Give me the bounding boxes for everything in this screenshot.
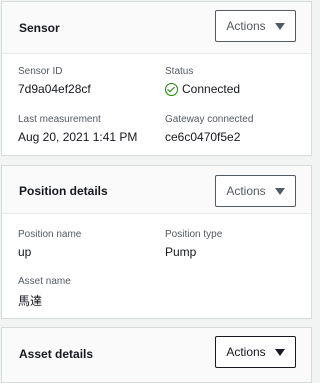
status-value: Connected xyxy=(182,82,241,96)
position-type-value: Pump xyxy=(165,245,197,259)
position-actions-button[interactable]: Actions xyxy=(215,175,296,207)
sensor-id-value: 7d9a04ef28cf xyxy=(18,82,91,96)
status-label: Status xyxy=(165,66,194,77)
last-measurement-label: Last measurement xyxy=(18,114,101,125)
gateway-value: ce6c0470f5e2 xyxy=(165,130,241,144)
check-circle-icon xyxy=(165,82,178,96)
gateway-label: Gateway connected xyxy=(165,114,254,125)
last-measurement-value: Aug 20, 2021 1:41 PM xyxy=(18,130,138,144)
caret-down-icon xyxy=(274,187,285,195)
asset-name-label: Asset name xyxy=(18,276,71,287)
position-type-label: Position type xyxy=(165,229,223,240)
caret-down-icon xyxy=(274,348,285,356)
sensor-id-label: Sensor ID xyxy=(18,66,63,77)
position-name-label: Position name xyxy=(18,229,82,240)
position-panel-title: Position details xyxy=(19,184,108,198)
status-indicator: Connected xyxy=(165,82,240,96)
asset-actions-label: Actions xyxy=(226,345,266,359)
sensor-actions-button[interactable]: Actions xyxy=(215,10,296,42)
position-name-value: up xyxy=(18,245,32,259)
sensor-actions-label: Actions xyxy=(226,19,266,33)
caret-down-icon xyxy=(274,22,285,30)
asset-panel-header: Asset details Actions xyxy=(2,328,311,382)
sensor-panel-header: Sensor Actions xyxy=(2,2,311,54)
asset-panel-title: Asset details xyxy=(19,347,94,361)
asset-name-value: 馬達 xyxy=(18,294,43,308)
sensor-panel-title: Sensor xyxy=(19,21,60,35)
asset-actions-button[interactable]: Actions xyxy=(215,336,296,368)
position-actions-label: Actions xyxy=(226,184,266,198)
position-panel: Position details Actions Position name u… xyxy=(1,165,312,319)
sensor-panel: Sensor Actions Sensor ID 7d9a04ef28cf St… xyxy=(1,1,312,156)
position-panel-header: Position details Actions xyxy=(2,166,311,214)
asset-panel: Asset details Actions xyxy=(1,327,312,383)
